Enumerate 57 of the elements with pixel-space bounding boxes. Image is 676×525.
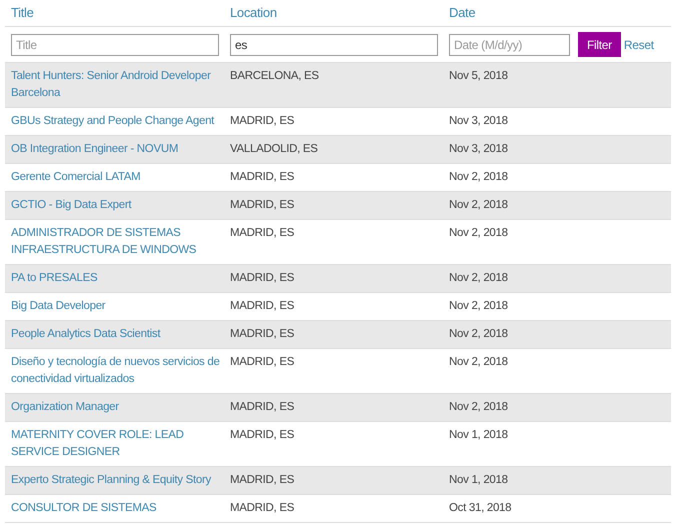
date-cell: Nov 3, 2018 [449, 115, 508, 127]
location-cell: MADRID, ES [230, 502, 294, 514]
job-title-link[interactable]: People Analytics Data Scientist [11, 326, 223, 343]
table-row[interactable]: Organization Manager MADRID, ES Nov 2, 2018 [5, 394, 671, 422]
job-title-link[interactable]: GBUs Strategy and People Change Agent [11, 113, 223, 130]
location-cell: MADRID, ES [230, 199, 294, 211]
filter-field[interactable]: es [230, 34, 438, 56]
table-row[interactable]: Experto Strategic Planning & Equity Story MADRID, ES Nov 1, 2018 [5, 467, 671, 495]
table-row[interactable]: PA to PRESALES MADRID, ES Nov 2, 2018 [5, 265, 671, 293]
date-cell: Nov 3, 2018 [449, 143, 508, 155]
job-title-link[interactable]: CONSULTOR DE SISTEMAS [11, 500, 223, 517]
location-cell: MADRID, ES [230, 171, 294, 183]
location-cell: MADRID, ES [230, 328, 294, 340]
location-cell: MADRID, ES [230, 227, 294, 239]
job-title-link[interactable]: Big Data Developer [11, 298, 223, 315]
date-cell: Nov 2, 2018 [449, 227, 508, 239]
job-title-link[interactable]: OB Integration Engineer - NOVUM [11, 141, 223, 158]
date-cell: Oct 31, 2018 [449, 502, 512, 514]
date-cell: Nov 2, 2018 [449, 401, 508, 413]
table-row[interactable]: People Analytics Data Scientist MADRID, ES Nov 2, 2018 [5, 321, 671, 349]
job-title-link[interactable]: Experto Strategic Planning & Equity Story [11, 472, 223, 489]
date-cell: Nov 5, 2018 [449, 70, 508, 82]
column-header[interactable]: Location [230, 5, 277, 20]
location-cell: MADRID, ES [230, 115, 294, 127]
location-cell: MADRID, ES [230, 401, 294, 413]
filter-field[interactable]: Date (M/d/yy) [449, 34, 570, 56]
reset-link[interactable]: Reset [624, 36, 654, 54]
location-cell: BARCELONA, ES [230, 70, 319, 82]
date-cell: Nov 2, 2018 [449, 356, 508, 368]
table-row[interactable]: OB Integration Engineer - NOVUM VALLADOLID, ES Nov 3, 2018 [5, 136, 671, 164]
job-title-link[interactable]: PA to PRESALES [11, 270, 223, 287]
job-title-link[interactable]: ADMINISTRADOR DE SISTEMAS INFRAESTRUCTURA DE WINDOWS [11, 225, 223, 259]
date-cell: Nov 2, 2018 [449, 272, 508, 284]
job-title-link[interactable]: MATERNITY COVER ROLE: LEAD SERVICE DESIGNER [11, 427, 223, 461]
date-cell: Nov 2, 2018 [449, 199, 508, 211]
table-row[interactable]: GCTIO - Big Data Expert MADRID, ES Nov 2, 2018 [5, 192, 671, 220]
date-cell: Nov 1, 2018 [449, 429, 508, 441]
job-title-link[interactable]: Talent Hunters: Senior Android Developer Barcelona [11, 68, 223, 102]
date-cell: Nov 2, 2018 [449, 171, 508, 183]
filter-button[interactable]: Filter [578, 32, 621, 57]
date-cell: Nov 1, 2018 [449, 474, 508, 486]
job-title-link[interactable]: Diseño y tecnología de nuevos servicios de conectividad virtualizados [11, 354, 223, 388]
job-title-link[interactable]: Organization Manager [11, 399, 223, 416]
location-cell: MADRID, ES [230, 272, 294, 284]
column-header[interactable]: Date [449, 5, 476, 20]
location-cell: MADRID, ES [230, 300, 294, 312]
date-cell: Nov 2, 2018 [449, 328, 508, 340]
location-cell: VALLADOLID, ES [230, 143, 318, 155]
filter-field[interactable]: Title [11, 34, 219, 56]
table-row[interactable]: Talent Hunters: Senior Android Developer Barcelona BARCELONA, ES Nov 5, 2018 [5, 63, 671, 108]
date-cell: Nov 2, 2018 [449, 300, 508, 312]
column-header[interactable]: Title [11, 5, 34, 20]
location-cell: MADRID, ES [230, 474, 294, 486]
job-title-link[interactable]: GCTIO - Big Data Expert [11, 197, 223, 214]
location-cell: MADRID, ES [230, 356, 294, 368]
location-cell: MADRID, ES [230, 429, 294, 441]
job-title-link[interactable]: Gerente Comercial LATAM [11, 169, 223, 186]
